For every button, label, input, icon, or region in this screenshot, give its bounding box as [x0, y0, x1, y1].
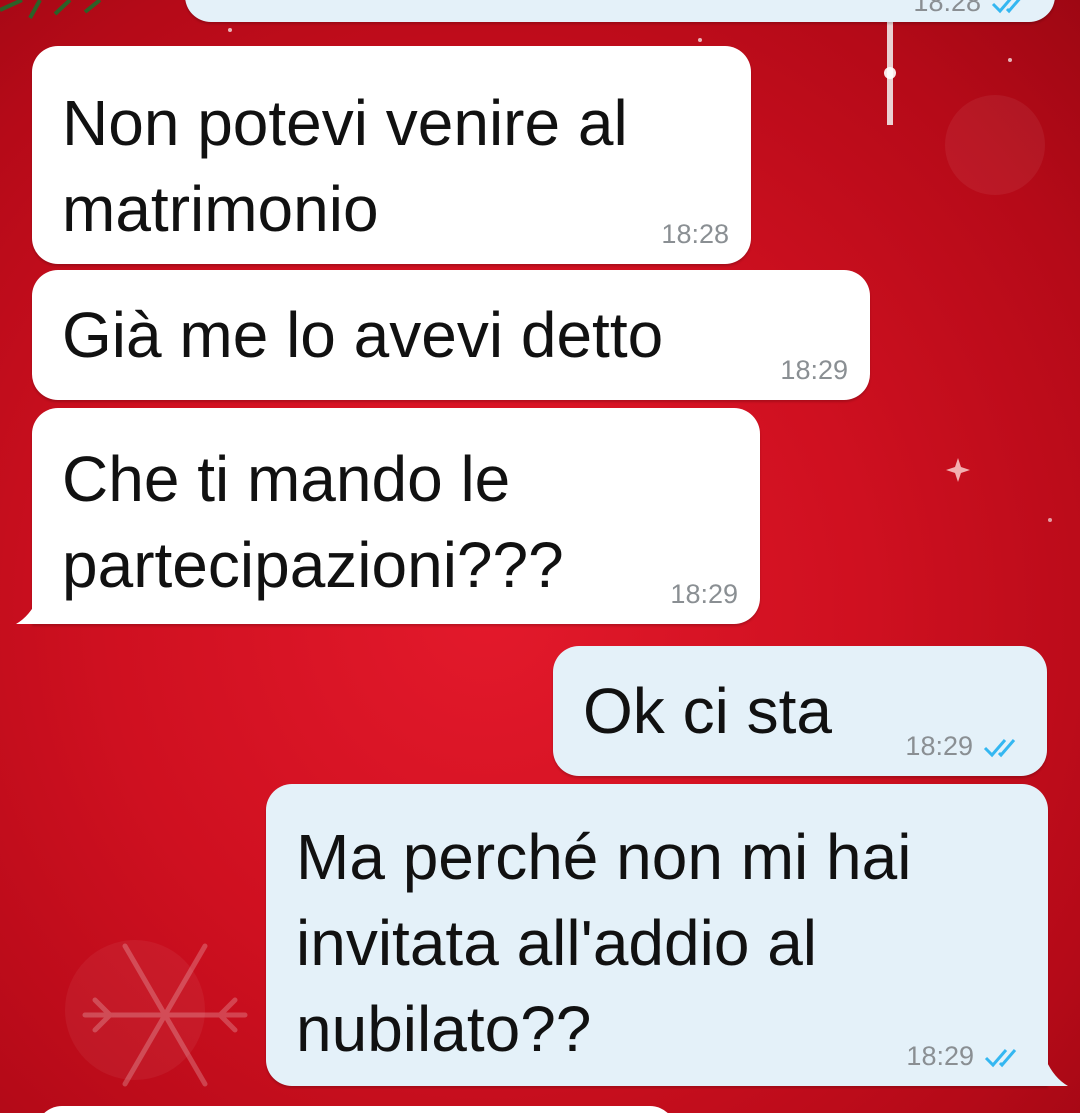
message-time: 18:29	[670, 579, 738, 609]
chat-background: 18:28 Non potevi venire al matrimonio 18…	[0, 0, 1080, 1113]
message-time: 18:29	[906, 1041, 974, 1071]
message-text: Ma perché non mi hai invitata all'addio …	[296, 821, 912, 1065]
outgoing-message-bubble[interactable]: Ma perché non mi hai invitata all'addio …	[266, 784, 1048, 1086]
double-check-read-icon	[991, 0, 1021, 13]
message-meta: 18:28	[913, 0, 1031, 18]
message-bubble-partial[interactable]	[36, 1106, 676, 1113]
message-time: 18:29	[905, 731, 973, 761]
incoming-message-bubble[interactable]: Già me lo avevi detto 18:29	[32, 270, 870, 400]
message-meta: 18:29	[905, 731, 1023, 762]
message-meta: 18:29	[670, 579, 738, 610]
outgoing-message-bubble[interactable]: Ok ci sta 18:29	[553, 646, 1047, 776]
message-meta: 18:28	[661, 219, 729, 250]
message-time: 18:29	[780, 355, 848, 385]
message-time: 18:28	[661, 219, 729, 249]
message-text: Non potevi venire al matrimonio	[62, 87, 628, 245]
message-text: Che ti mando le partecipazioni???	[62, 443, 564, 601]
double-check-read-icon	[984, 1048, 1017, 1067]
incoming-message-bubble[interactable]: Che ti mando le partecipazioni??? 18:29	[32, 408, 760, 624]
incoming-message-bubble[interactable]: Non potevi venire al matrimonio 18:28	[32, 46, 751, 264]
message-text: Già me lo avevi detto	[62, 299, 664, 371]
message-bubble-partial[interactable]: 18:28	[185, 0, 1055, 22]
message-time: 18:28	[913, 0, 981, 17]
message-text: Ok ci sta	[583, 675, 832, 747]
message-meta: 18:29	[906, 1041, 1024, 1072]
bubble-tail	[1046, 1060, 1068, 1086]
message-meta: 18:29	[780, 355, 848, 386]
double-check-read-icon	[983, 738, 1016, 757]
